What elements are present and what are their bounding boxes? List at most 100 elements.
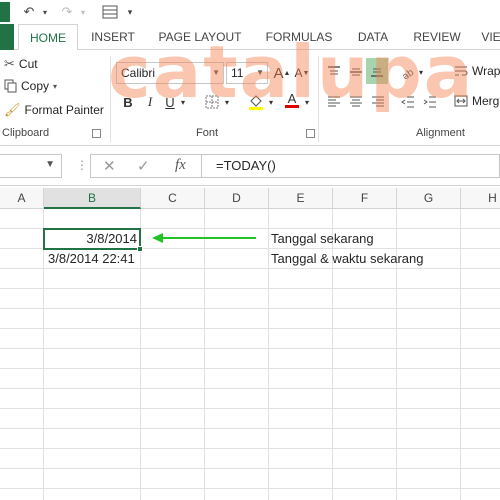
format-painter-button[interactable]: 🖌 Format Painter — [4, 102, 104, 118]
italic-icon[interactable]: I — [140, 92, 160, 112]
column-header-a[interactable]: A — [0, 188, 44, 209]
column-header-f[interactable]: F — [333, 188, 397, 209]
align-middle-icon[interactable] — [346, 62, 366, 82]
wrap-text-icon — [454, 64, 468, 78]
font-color-dropdown-icon[interactable]: ▾ — [302, 92, 312, 112]
cut-label: Cut — [18, 57, 38, 71]
column-header-c[interactable]: C — [141, 188, 205, 209]
wrap-text-label: Wrap — [472, 64, 500, 78]
font-size-select[interactable]: 11 ▼ — [226, 62, 268, 84]
gridline — [0, 468, 500, 469]
orientation-dropdown-icon[interactable]: ▾ — [416, 62, 426, 82]
cancel-icon[interactable]: ✕ — [103, 157, 116, 175]
increase-indent-icon[interactable] — [420, 92, 440, 112]
underline-icon[interactable]: U — [160, 92, 180, 112]
shrink-font-icon[interactable]: A ▼ — [292, 63, 312, 83]
gridline — [204, 209, 205, 500]
borders-icon[interactable] — [202, 92, 222, 112]
ribbon-tabs: HOME INSERT PAGE LAYOUT FORMULAS DATA RE… — [0, 24, 500, 51]
cell-b2[interactable]: 3/8/2014 — [44, 229, 140, 249]
gridline — [0, 388, 500, 389]
insert-function-icon[interactable]: fx — [175, 157, 186, 174]
form-icon[interactable] — [100, 2, 120, 22]
bold-icon[interactable]: B — [118, 92, 138, 112]
orientation-icon[interactable]: ab — [398, 62, 418, 82]
column-headers: A B C D E F G H — [0, 188, 500, 209]
gridline — [0, 488, 500, 489]
gridline — [0, 348, 500, 349]
group-separator — [110, 56, 111, 142]
font-launcher-icon[interactable] — [306, 129, 315, 138]
align-center-icon[interactable] — [346, 92, 366, 112]
annotation-arrow-icon — [152, 233, 256, 243]
enter-check-icon[interactable]: ✓ — [137, 157, 150, 175]
fill-color-icon[interactable] — [246, 92, 266, 112]
column-header-h[interactable]: H — [461, 188, 500, 209]
font-family-select[interactable]: Calibri ▼ — [116, 62, 224, 84]
wrap-text-button[interactable]: Wrap — [454, 64, 500, 78]
decrease-indent-icon[interactable] — [398, 92, 418, 112]
tab-page-layout[interactable]: PAGE LAYOUT — [150, 24, 250, 50]
cut-button[interactable]: ✂ Cut — [4, 56, 38, 72]
column-header-b[interactable]: B — [44, 188, 141, 209]
copy-button[interactable]: Copy ▾ — [4, 79, 57, 93]
align-left-icon[interactable] — [324, 92, 344, 112]
cell-e2[interactable]: Tanggal sekarang — [271, 229, 374, 249]
borders-dropdown-icon[interactable]: ▾ — [222, 92, 232, 112]
tab-home[interactable]: HOME — [18, 24, 78, 51]
undo-icon[interactable]: ↶ — [20, 2, 38, 22]
redo-icon[interactable]: ↷ — [58, 2, 76, 22]
underline-dropdown-icon[interactable]: ▾ — [178, 92, 188, 112]
tab-insert[interactable]: INSERT — [82, 24, 144, 50]
formula-bar-splitter[interactable]: ⋮ — [76, 158, 88, 172]
copy-dropdown-icon[interactable]: ▾ — [53, 82, 57, 91]
column-header-e[interactable]: E — [269, 188, 333, 209]
worksheet-grid[interactable]: 3/8/2014 3/8/2014 22:41 Tanggal sekarang… — [0, 209, 500, 500]
font-family-dropdown-icon: ▼ — [212, 68, 220, 77]
column-header-d[interactable]: D — [205, 188, 269, 209]
tab-file[interactable] — [0, 24, 14, 50]
svg-text:ab: ab — [401, 67, 416, 79]
clipboard-group-label: Clipboard — [2, 127, 50, 139]
gridline — [0, 448, 500, 449]
grow-font-icon[interactable]: A ▲ — [272, 63, 292, 83]
paintbrush-icon: 🖌 — [4, 102, 21, 117]
align-bottom-icon[interactable] — [366, 58, 388, 84]
gridline — [0, 408, 500, 409]
cell-b3[interactable]: 3/8/2014 22:41 — [48, 249, 140, 269]
gridline — [0, 368, 500, 369]
align-top-icon[interactable] — [324, 62, 344, 82]
excel-app-icon — [0, 2, 10, 22]
scissors-icon: ✂ — [4, 56, 15, 71]
column-header-g[interactable]: G — [397, 188, 461, 209]
gridline — [0, 328, 500, 329]
formula-input[interactable]: =TODAY() — [202, 154, 500, 178]
gridline — [0, 288, 500, 289]
tab-formulas[interactable]: FORMULAS — [258, 24, 340, 50]
alignment-group-label: Alignment — [416, 127, 465, 139]
undo-dropdown-icon[interactable]: ▾ — [40, 2, 50, 22]
tab-review[interactable]: REVIEW — [406, 24, 468, 50]
font-family-value: Calibri — [121, 66, 156, 80]
tab-view[interactable]: VIE — [476, 24, 500, 50]
fill-color-dropdown-icon[interactable]: ▾ — [266, 92, 276, 112]
font-group-label: Font — [196, 127, 219, 139]
copy-label: Copy — [21, 79, 50, 93]
customize-qat-icon[interactable]: ▾ — [124, 2, 136, 22]
cell-e3[interactable]: Tanggal & waktu sekarang — [271, 249, 423, 269]
align-right-icon[interactable] — [368, 92, 388, 112]
name-box-dropdown-icon[interactable]: ▼ — [45, 159, 55, 170]
gridline — [268, 209, 269, 500]
font-size-dropdown-icon: ▼ — [256, 68, 264, 77]
copy-icon — [4, 79, 17, 93]
merge-center-button[interactable]: Merg — [454, 94, 499, 108]
font-color-icon[interactable]: A — [282, 90, 302, 110]
tab-data[interactable]: DATA — [348, 24, 398, 50]
clipboard-launcher-icon[interactable] — [92, 129, 101, 138]
merge-center-label: Merg — [472, 94, 500, 108]
gridline — [43, 209, 44, 500]
merge-center-icon — [454, 94, 468, 108]
name-box[interactable]: ▼ — [0, 154, 62, 178]
format-painter-label: Format Painter — [24, 103, 104, 117]
redo-dropdown-icon[interactable]: ▾ — [78, 2, 88, 22]
